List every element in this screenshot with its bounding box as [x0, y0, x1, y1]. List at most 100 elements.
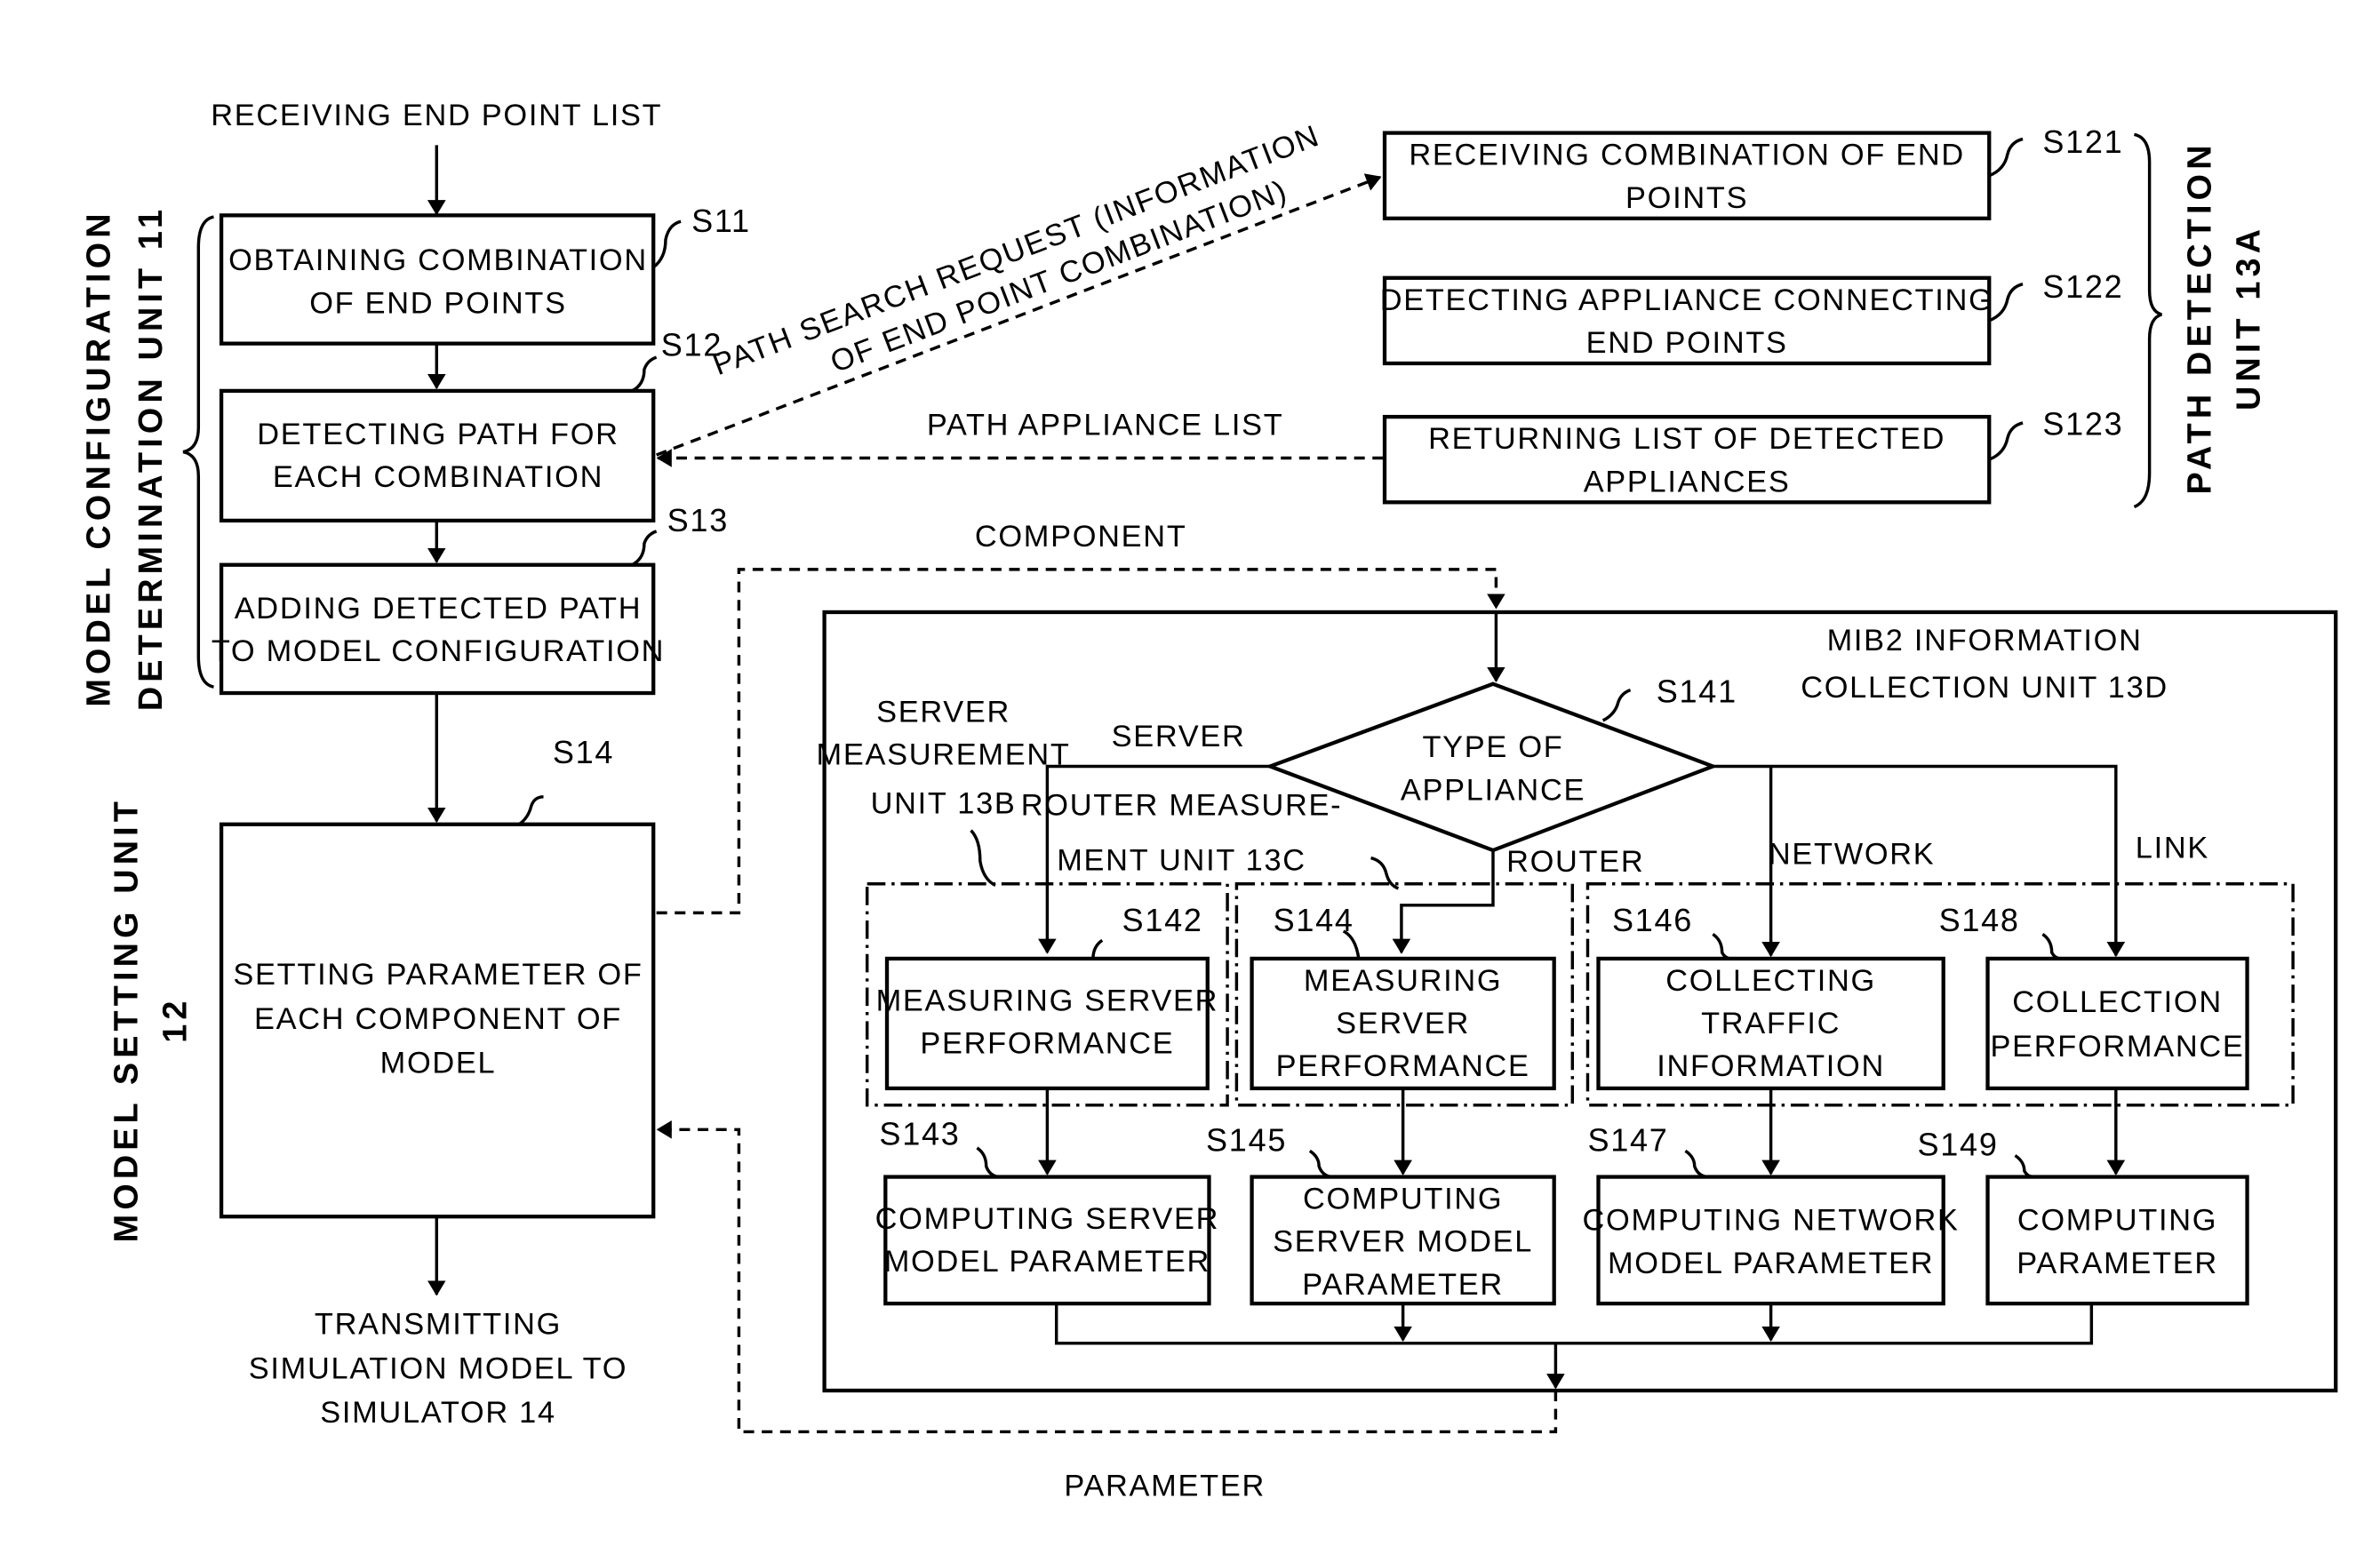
s144-id: S144 [1274, 902, 1354, 938]
svg-text:MODEL SETTING UNIT: MODEL SETTING UNIT [108, 797, 146, 1242]
branch-label-link: LINK [2136, 832, 2209, 865]
s123-line2: APPLIANCES [1584, 465, 1791, 498]
step-box-s12 [219, 388, 656, 523]
s147-line2: MODEL PARAMETER [1608, 1247, 1934, 1280]
unit-13b-label-3: UNIT 13B [871, 787, 1017, 821]
svg-text:PATH DETECTION: PATH DETECTION [2181, 140, 2218, 494]
s146-leader [1712, 933, 1732, 960]
svg-text:PATH SEARCH REQUEST (INFORMATI: PATH SEARCH REQUEST (INFORMATION [708, 119, 1324, 382]
s14-line3: MODEL [380, 1047, 497, 1080]
s149-id: S149 [1918, 1127, 1999, 1163]
s144-line1: MEASURING [1304, 964, 1502, 998]
s122-leader [1988, 282, 2024, 323]
step-box-s149 [1985, 1175, 2249, 1306]
s145-leader [1308, 1149, 1332, 1179]
s144-line3: PERFORMANCE [1276, 1049, 1530, 1083]
unit-11-label: MODEL CONFIGURATION DETERMINATION UNIT 1… [81, 205, 170, 711]
unit-13c-label-2: MENT UNIT 13C [1057, 843, 1306, 877]
step-box-s13 [219, 562, 656, 696]
s144-line2: SERVER [1336, 1007, 1470, 1040]
path-appliance-list-label: PATH APPLIANCE LIST [927, 409, 1284, 442]
s13-id: S13 [667, 502, 729, 538]
s14-line2: EACH COMPONENT OF [254, 1002, 622, 1036]
mib2-label-2: COLLECTION UNIT 13D [1801, 671, 2168, 705]
s143-line2: MODEL PARAMETER [884, 1245, 1210, 1279]
s12-line1: DETECTING PATH FOR [257, 418, 619, 451]
step-box-s147 [1596, 1175, 1945, 1306]
s11-line2: OF END POINTS [309, 286, 566, 320]
s148-line1: COLLECTION [2012, 985, 2223, 1019]
s142-line1: MEASURING SERVER [876, 984, 1219, 1017]
s147-line1: COMPUTING NETWORK [1583, 1204, 1960, 1238]
s142-leader [1091, 938, 1104, 959]
s146-line2: TRAFFIC [1701, 1007, 1841, 1040]
step-box-s142 [884, 956, 1210, 1091]
s143-id: S143 [879, 1115, 960, 1152]
s146-id: S146 [1612, 902, 1693, 938]
s123-line1: RETURNING LIST OF DETECTED [1428, 422, 1945, 456]
s122-id: S122 [2042, 268, 2123, 305]
merge-line [1054, 1303, 2094, 1345]
unit-13c-label-1: ROUTER MEASURE- [1021, 788, 1343, 822]
s12-line2: EACH COMBINATION [273, 460, 603, 494]
s14-line1: SETTING PARAMETER OF [233, 958, 643, 992]
s121-line1: RECEIVING COMBINATION OF END [1409, 139, 1965, 172]
s141-leader [1601, 688, 1632, 722]
unit-13b-label-1: SERVER [876, 696, 1010, 729]
s122-line2: END POINTS [1586, 326, 1788, 360]
s141-line2: APPLIANCE [1401, 773, 1585, 807]
flowchart: RECEIVING END POINT LIST OBTAINING COMBI… [81, 99, 2338, 1503]
s13-line2: TO MODEL CONFIGURATION [212, 634, 665, 668]
s145-line1: COMPUTING [1303, 1183, 1503, 1216]
unit-13b-leader [970, 829, 996, 887]
step-box-s11 [219, 213, 656, 346]
s122-line1: DETECTING APPLIANCE CONNECTING [1380, 283, 1994, 317]
svg-text:MODEL CONFIGURATION: MODEL CONFIGURATION [81, 209, 118, 706]
s121-leader [1988, 137, 2024, 178]
svg-text:UNIT 13A: UNIT 13A [2230, 225, 2267, 410]
s11-id: S11 [691, 203, 751, 239]
s141-id: S141 [1657, 673, 1737, 709]
s148-id: S148 [1939, 902, 2020, 938]
component-label: COMPONENT [975, 520, 1187, 554]
svg-text:DETERMINATION UNIT 11: DETERMINATION UNIT 11 [132, 205, 170, 711]
s123-id: S123 [2042, 406, 2123, 442]
s148-line2: PERFORMANCE [1991, 1030, 2245, 1064]
branch-label-router: ROUTER [1506, 845, 1644, 879]
s143-line1: COMPUTING SERVER [875, 1202, 1220, 1236]
s13-leader [631, 530, 658, 567]
unit-12-label: MODEL SETTING UNIT 12 [108, 797, 195, 1242]
unit-13b-label-2: MEASUREMENT [817, 738, 1071, 772]
branch-label-network: NETWORK [1769, 837, 1936, 871]
s147-id: S147 [1587, 1121, 1668, 1158]
s148-leader [2041, 933, 2062, 960]
s146-line1: COLLECTING [1665, 964, 1876, 998]
s142-line2: PERFORMANCE [920, 1026, 1174, 1060]
s149-line2: PARAMETER [2017, 1247, 2218, 1280]
s123-leader [1988, 421, 2024, 461]
s145-id: S145 [1206, 1121, 1287, 1158]
brace-unit-13a [2133, 132, 2162, 509]
s121-id: S121 [2042, 124, 2123, 160]
s149-line1: COMPUTING [2017, 1204, 2217, 1238]
output-line1: TRANSMITTING [315, 1307, 562, 1341]
mib2-label-1: MIB2 INFORMATION [1827, 624, 2143, 657]
s149-leader [2014, 1154, 2034, 1179]
s14-id: S14 [553, 734, 614, 770]
output-line2: SIMULATION MODEL TO [249, 1351, 627, 1385]
s146-line3: INFORMATION [1657, 1049, 1885, 1083]
parameter-label: PARAMETER [1064, 1470, 1266, 1503]
input-label-end-point-list: RECEIVING END POINT LIST [211, 99, 662, 132]
s143-leader [976, 1146, 999, 1179]
s141-line1: TYPE OF [1422, 730, 1563, 764]
svg-text:12: 12 [157, 996, 195, 1042]
s147-leader [1684, 1149, 1707, 1179]
decision-s141 [1265, 681, 1719, 853]
s12-leader [631, 355, 658, 393]
s142-id: S142 [1122, 902, 1203, 938]
branch-router [1392, 849, 1495, 954]
s121-line2: POINTS [1625, 181, 1748, 215]
s14-leader [518, 795, 544, 826]
s11-leader [652, 219, 682, 269]
s11-line1: OBTAINING COMBINATION [228, 243, 648, 277]
